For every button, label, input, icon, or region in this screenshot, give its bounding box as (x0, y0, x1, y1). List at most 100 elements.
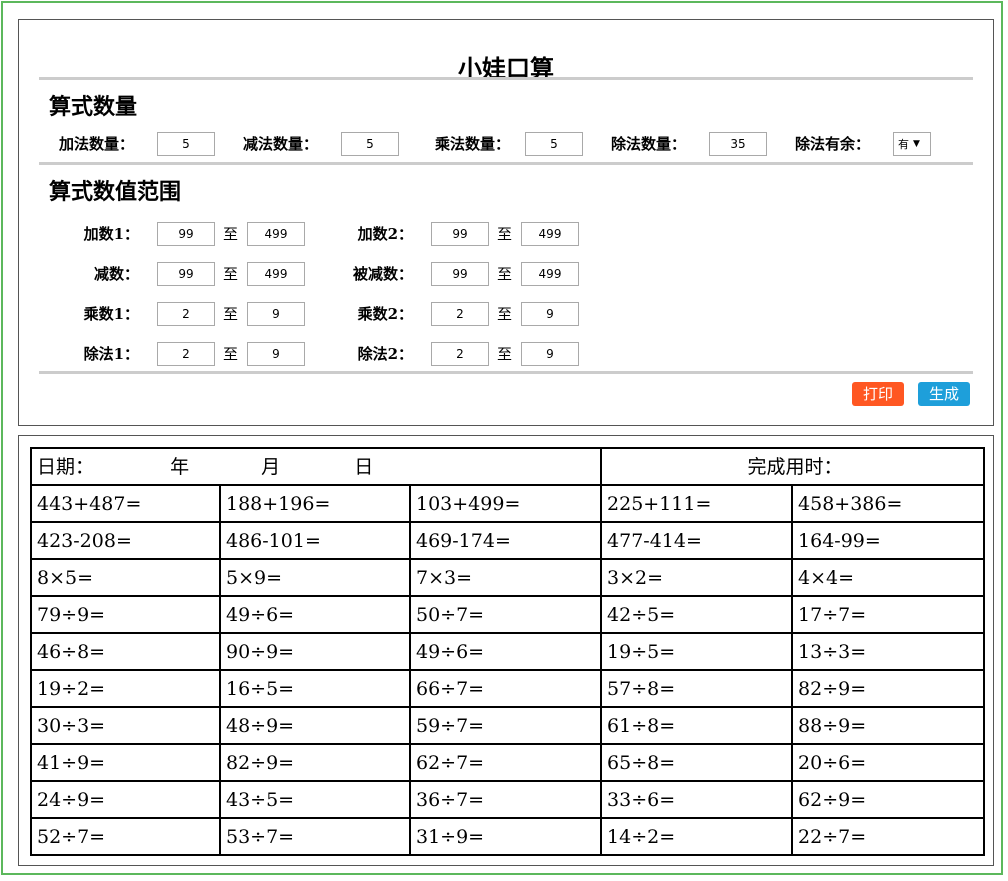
range-label: 乘数1： (83, 305, 139, 323)
problem-cell: 52÷7= (30, 817, 221, 856)
mul-count-input[interactable] (525, 132, 583, 156)
remainder-label: 除法有余： (795, 135, 871, 153)
sub-count-input[interactable] (341, 132, 399, 156)
problem-cell: 88÷9= (791, 706, 986, 745)
problem-cell: 30÷3= (30, 706, 221, 745)
date-label: 日期： (37, 455, 95, 478)
worksheet: 日期： 年 月 日 完成用时： 443+487= 188+196= 103+499=… (18, 435, 994, 866)
problem-cell: 5×9= (219, 558, 411, 597)
range-min-input[interactable] (431, 222, 489, 246)
range-min-input[interactable] (157, 342, 215, 366)
problem-cell: 188+196= (219, 484, 411, 523)
caret-down-icon: ▼ (913, 139, 920, 149)
divider (39, 77, 973, 80)
problem-cell: 486-101= (219, 521, 411, 560)
problem-cell: 423-208= (30, 521, 221, 560)
problem-cell: 13÷3= (791, 632, 986, 671)
table-row: 19÷2= 16÷5= 66÷7= 57÷8= 82÷9= (30, 669, 986, 708)
range-max-input[interactable] (521, 342, 579, 366)
range-label: 除法1： (83, 345, 139, 363)
table-row: 24÷9= 43÷5= 36÷7= 33÷6= 62÷9= (30, 780, 986, 819)
problem-cell: 42÷5= (600, 595, 794, 634)
table-row: 30÷3= 48÷9= 59÷7= 61÷8= 88÷9= (30, 706, 986, 745)
page-frame: 小娃口算 算式数量 加法数量： 减法数量： 乘法数量： 除法数量： 除法有余： … (1, 1, 1003, 875)
problem-cell: 82÷9= (791, 669, 986, 708)
problem-cell: 36÷7= (408, 780, 603, 819)
worksheet-table: 日期： 年 月 日 完成用时： 443+487= 188+196= 103+499=… (29, 447, 986, 856)
problem-cell: 458+386= (791, 484, 986, 523)
divider (39, 162, 973, 165)
problem-cell: 16÷5= (219, 669, 411, 708)
range-min-input[interactable] (431, 302, 489, 326)
print-button[interactable]: 打印 (852, 382, 904, 406)
range-label: 减数： (93, 265, 139, 283)
problem-cell: 46÷8= (30, 632, 221, 671)
to-label: 至 (497, 345, 513, 363)
problem-cell: 443+487= (30, 484, 221, 523)
year-label: 年 (170, 455, 190, 478)
table-row: 443+487= 188+196= 103+499= 225+111= 458+386= (30, 484, 986, 523)
generate-button[interactable]: 生成 (918, 382, 970, 406)
problem-cell: 225+111= (600, 484, 794, 523)
range-label: 除法2： (357, 345, 413, 363)
problem-cell: 41÷9= (30, 743, 221, 782)
worksheet-header-row: 日期： 年 月 日 完成用时： (29, 447, 986, 486)
to-label: 至 (497, 265, 513, 283)
range-min-input[interactable] (431, 342, 489, 366)
problem-cell: 79÷9= (30, 595, 221, 634)
problem-cell: 17÷7= (791, 595, 986, 634)
table-row: 8×5= 5×9= 7×3= 3×2= 4×4= (30, 558, 986, 597)
div-count-label: 除法数量： (611, 135, 687, 153)
problem-cell: 50÷7= (408, 595, 603, 634)
time-cell: 完成用时： (600, 447, 986, 486)
table-row: 41÷9= 82÷9= 62÷7= 65÷8= 20÷6= (30, 743, 986, 782)
problem-cell: 43÷5= (219, 780, 411, 819)
problem-cell: 59÷7= (408, 706, 603, 745)
to-label: 至 (497, 305, 513, 323)
table-row: 46÷8= 90÷9= 49÷6= 19÷5= 13÷3= (30, 632, 986, 671)
month-label: 月 (261, 455, 281, 478)
add-count-input[interactable] (157, 132, 215, 156)
problem-cell: 22÷7= (791, 817, 986, 856)
range-label: 加数1： (83, 225, 139, 243)
range-label: 加数2： (357, 225, 413, 243)
day-label: 日 (354, 455, 374, 478)
problem-cell: 49÷6= (219, 595, 411, 634)
range-max-input[interactable] (521, 302, 579, 326)
range-max-input[interactable] (247, 222, 305, 246)
to-label: 至 (223, 345, 239, 363)
range-min-input[interactable] (157, 302, 215, 326)
table-row: 79÷9= 49÷6= 50÷7= 42÷5= 17÷7= (30, 595, 986, 634)
range-max-input[interactable] (247, 262, 305, 286)
div-count-input[interactable] (709, 132, 767, 156)
range-max-input[interactable] (247, 342, 305, 366)
count-section-title: 算式数量 (49, 95, 138, 120)
range-min-input[interactable] (157, 222, 215, 246)
add-count-label: 加法数量： (59, 135, 135, 153)
remainder-select[interactable]: 有 ▼ (893, 132, 931, 156)
problem-cell: 469-174= (408, 521, 603, 560)
range-min-input[interactable] (157, 262, 215, 286)
problem-cell: 53÷7= (219, 817, 411, 856)
problem-cell: 24÷9= (30, 780, 221, 819)
to-label: 至 (223, 305, 239, 323)
problem-cell: 33÷6= (600, 780, 794, 819)
settings-panel: 小娃口算 算式数量 加法数量： 减法数量： 乘法数量： 除法数量： 除法有余： … (18, 19, 994, 426)
problem-cell: 82÷9= (219, 743, 411, 782)
range-max-input[interactable] (521, 262, 579, 286)
to-label: 至 (497, 225, 513, 243)
range-max-input[interactable] (521, 222, 579, 246)
sub-count-label: 减法数量： (243, 135, 319, 153)
problem-cell: 19÷5= (600, 632, 794, 671)
problem-cell: 7×3= (408, 558, 603, 597)
problem-cell: 31÷9= (408, 817, 603, 856)
range-min-input[interactable] (431, 262, 489, 286)
problem-cell: 164-99= (791, 521, 986, 560)
mul-count-label: 乘法数量： (435, 135, 511, 153)
problem-cell: 61÷8= (600, 706, 794, 745)
range-max-input[interactable] (247, 302, 305, 326)
table-row: 52÷7= 53÷7= 31÷9= 14÷2= 22÷7= (30, 817, 986, 856)
problem-cell: 14÷2= (600, 817, 794, 856)
problem-cell: 477-414= (600, 521, 794, 560)
time-label: 完成用时： (747, 455, 843, 478)
